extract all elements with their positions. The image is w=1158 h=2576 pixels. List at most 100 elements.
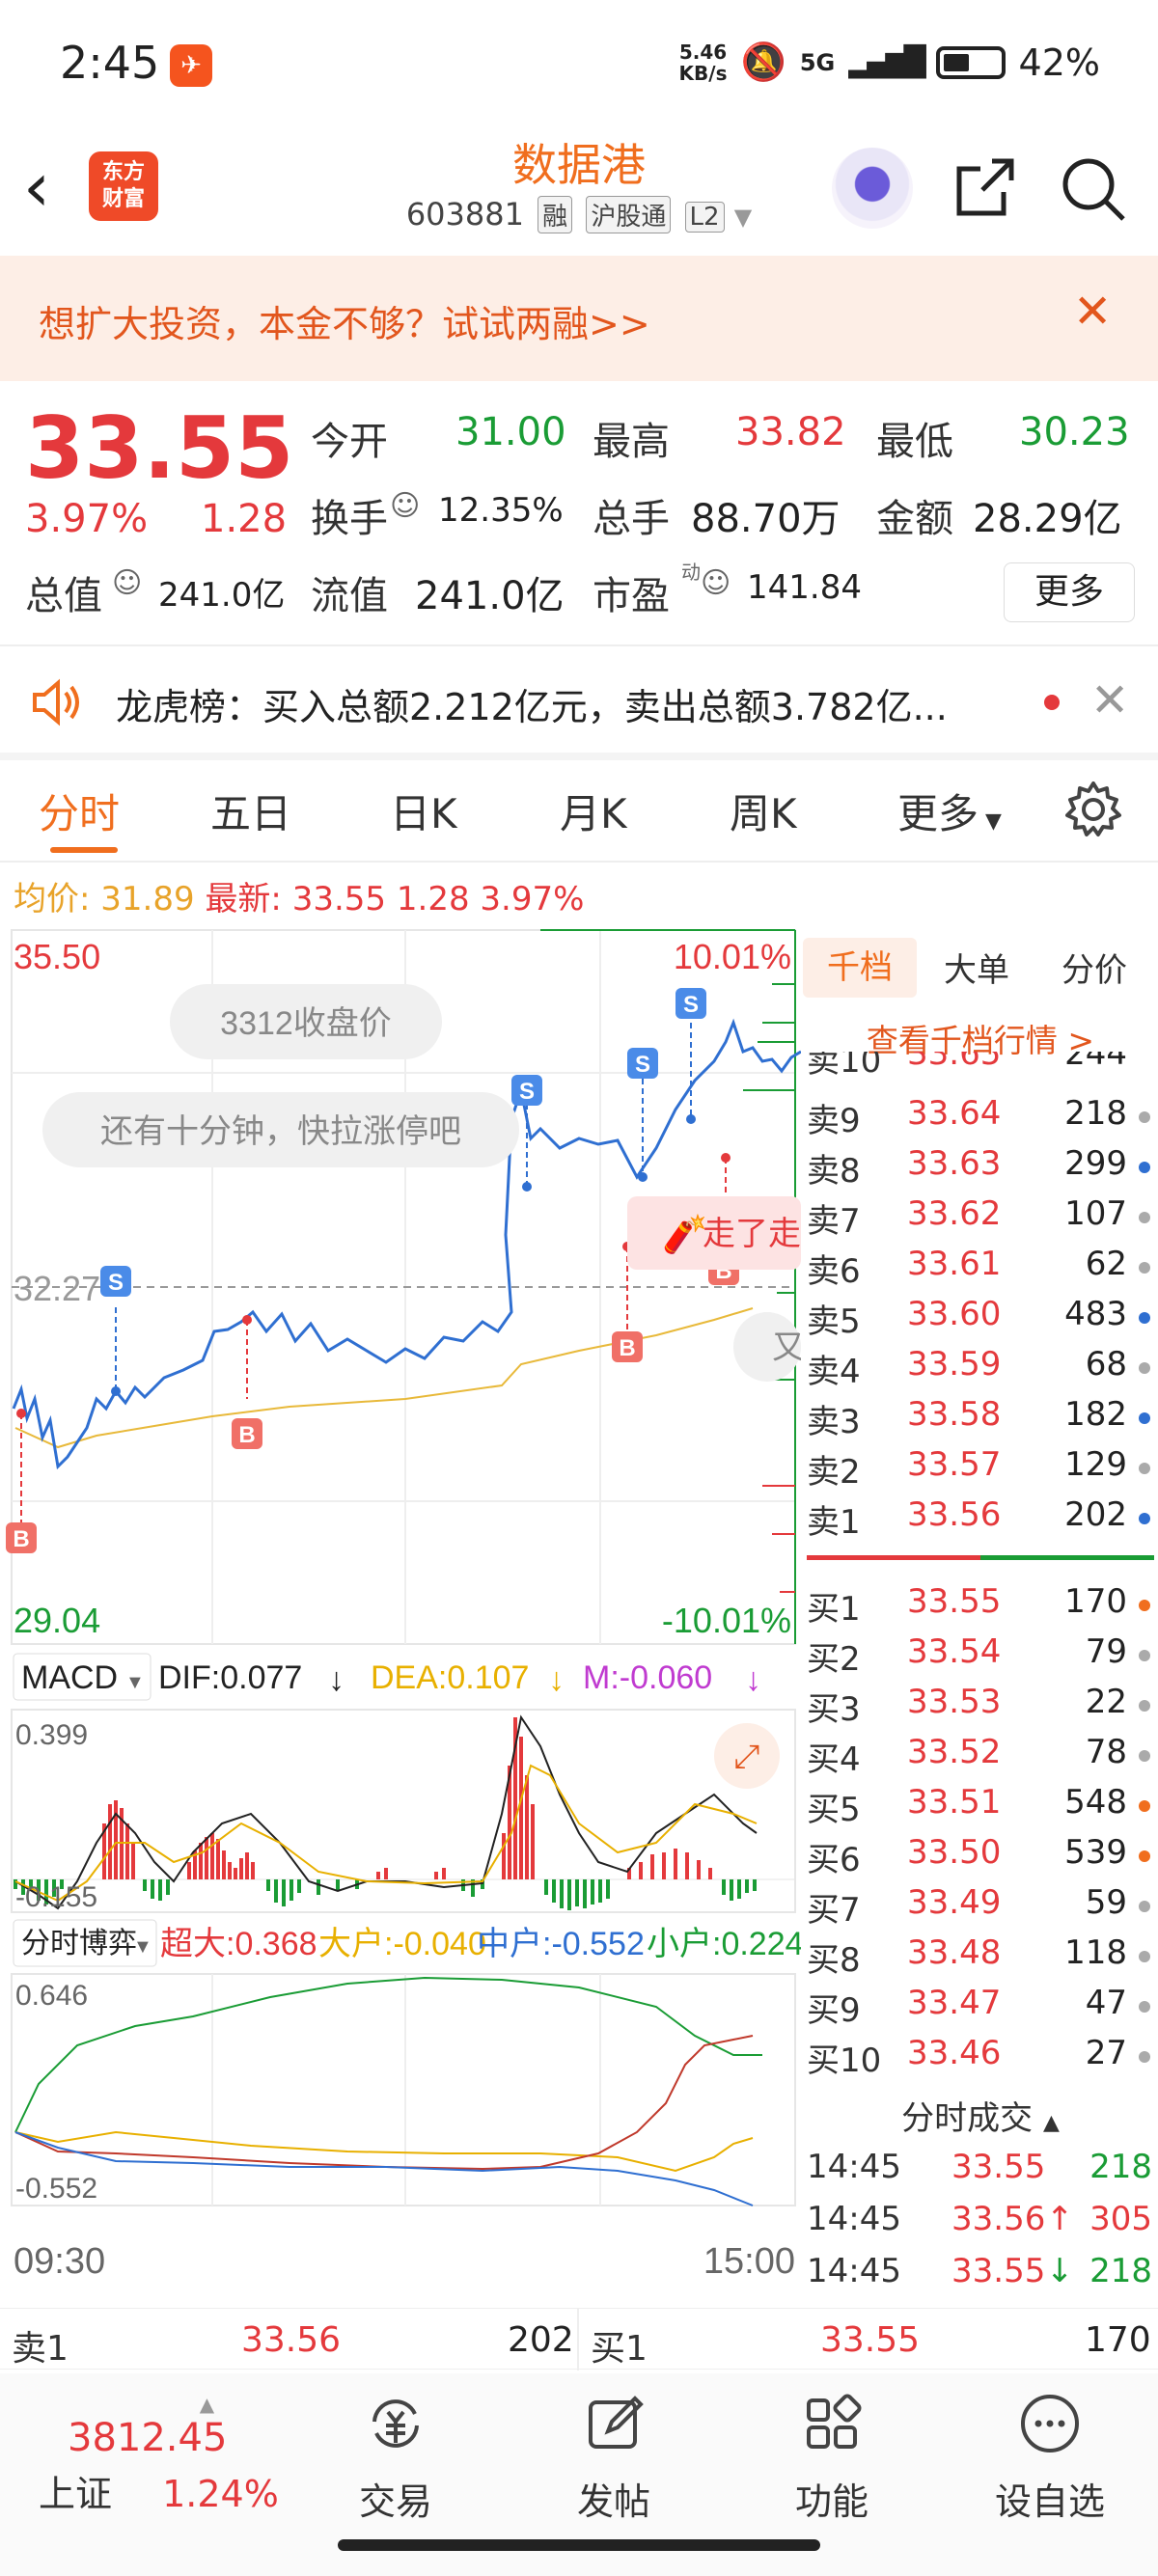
- order-book: 千档 大单 分价 查看千档行情 > 卖10 33.65 244 卖9 33.64 2…: [803, 926, 1158, 2306]
- bid-row[interactable]: 买4 33.52 78: [803, 1733, 1158, 1783]
- trade-row: 14:45 33.56 ↑ 305: [803, 2200, 1158, 2250]
- bid-price: 33.54: [907, 1632, 1002, 1671]
- side-bubble[interactable]: 又: [772, 1329, 801, 1366]
- bid-level: 买6: [807, 1841, 861, 1879]
- nav-features-label: 功能: [794, 2480, 868, 2523]
- bid-price: 33.49: [907, 1883, 1002, 1922]
- ask-row[interactable]: 卖5 33.60 483: [803, 1295, 1158, 1345]
- walk-tag[interactable]: 走了走: [703, 1216, 801, 1252]
- tab-weekly-k[interactable]: 周K: [730, 781, 797, 840]
- turnover-label: 换手: [311, 497, 388, 541]
- tab-monthly-k[interactable]: 月K: [560, 781, 627, 840]
- order-dot-icon: [1139, 1463, 1150, 1474]
- expand-icon[interactable]: ⤢: [733, 1738, 759, 1776]
- ask-row[interactable]: 卖7 33.62 107: [803, 1194, 1158, 1245]
- bid-price: 33.51: [907, 1783, 1002, 1822]
- bid-row[interactable]: 买5 33.51 548: [803, 1783, 1158, 1833]
- ask-volume: 107: [1064, 1194, 1127, 1233]
- dropdown-icon[interactable]: ▼: [734, 204, 752, 231]
- bubble-close-price[interactable]: 3312收盘价: [220, 1005, 392, 1042]
- nav-watchlist[interactable]: 设自选: [982, 2393, 1117, 2525]
- news-ticker[interactable]: 龙虎榜：买入总额2.212亿元，卖出总额3.782亿... ✕: [0, 648, 1158, 754]
- ask-volume: 299: [1064, 1144, 1127, 1183]
- speaker-icon: [33, 678, 79, 726]
- ask-row[interactable]: 卖1 33.56 202: [803, 1495, 1158, 1546]
- home-indicator: [338, 2539, 820, 2551]
- order-dot-icon: [1139, 1951, 1150, 1962]
- more-button[interactable]: 更多: [1004, 562, 1135, 622]
- intraday-chart[interactable]: B S B S S B S B 35.50 10.01% 32.27 29.04…: [0, 926, 801, 2306]
- tab-level-book[interactable]: 千档: [803, 938, 917, 998]
- info-icon[interactable]: ☺: [701, 566, 731, 600]
- bid-row[interactable]: 买1 33.55 170: [803, 1582, 1158, 1632]
- ask-row[interactable]: 卖3 33.58 182: [803, 1395, 1158, 1445]
- tab-big-orders[interactable]: 大单: [944, 944, 1009, 991]
- app-notification-icon: ✈: [170, 44, 212, 87]
- trade-price: 33.55: [951, 2148, 1046, 2186]
- index-ticker[interactable]: ▲ 3812.45 上证 1.24%: [39, 2393, 279, 2517]
- pe-label: 市盈: [593, 574, 670, 618]
- tab-intraday[interactable]: 分时: [39, 781, 120, 840]
- macd-selector[interactable]: MACD: [21, 1659, 118, 1696]
- bid-row[interactable]: 买6 33.50 539: [803, 1833, 1158, 1883]
- trade-arrow-icon: ↓: [1046, 2252, 1074, 2290]
- ask-row[interactable]: 卖8 33.63 299: [803, 1144, 1158, 1194]
- search-icon[interactable]: [1060, 155, 1127, 223]
- trade-arrow-icon: ↑: [1046, 2200, 1074, 2238]
- ask-row[interactable]: 卖4 33.59 68: [803, 1345, 1158, 1395]
- bubble-comment[interactable]: 还有十分钟，快拉涨停吧: [100, 1113, 461, 1150]
- amount-label: 金额: [876, 497, 953, 541]
- bid-row[interactable]: 买8 33.48 118: [803, 1933, 1158, 1984]
- order-dot-icon: [1139, 1650, 1150, 1661]
- index-value: 3812.45: [68, 2416, 228, 2460]
- flow-bottom-label: -0.552: [15, 2173, 97, 2205]
- bid-row[interactable]: 买2 33.54 79: [803, 1632, 1158, 1683]
- tab-more[interactable]: 更多 ▼: [897, 781, 1002, 840]
- strip-buy-price: 33.55: [820, 2320, 921, 2360]
- info-icon[interactable]: ☺: [112, 566, 142, 600]
- macd-m: M:-0.060: [583, 1659, 712, 1696]
- info-icon[interactable]: ☺: [390, 489, 420, 523]
- nav-post[interactable]: 发帖: [546, 2393, 681, 2525]
- trades-header[interactable]: 分时成交 ▲: [803, 2092, 1158, 2139]
- last-change: 1.28: [396, 880, 470, 918]
- flow-selector[interactable]: 分时博弈: [21, 1928, 137, 1959]
- best-quote-strip: 卖1 33.56 202 买1 33.55 170: [0, 2308, 1158, 2370]
- ask-row[interactable]: 卖2 33.57 129: [803, 1445, 1158, 1495]
- bid-row[interactable]: 买9 33.47 47: [803, 1984, 1158, 2034]
- ask-row[interactable]: 卖6 33.61 62: [803, 1245, 1158, 1295]
- ask-volume: 202: [1064, 1495, 1127, 1534]
- bid-volume: 27: [1085, 2034, 1127, 2072]
- axis-top-pct: 10.01%: [674, 937, 791, 976]
- close-icon[interactable]: ✕: [1090, 673, 1129, 727]
- axis-bottom-price: 29.04: [14, 1601, 100, 1640]
- bid-volume: 22: [1085, 1683, 1127, 1721]
- nav-trade[interactable]: 交易: [328, 2393, 463, 2525]
- promo-banner[interactable]: 想扩大投资，本金不够？试试两融>> ✕: [0, 256, 1158, 381]
- medium-flow-line: [14, 2131, 754, 2206]
- close-icon[interactable]: ✕: [1073, 285, 1112, 339]
- ask-level: 卖8: [807, 1152, 861, 1191]
- bid-row[interactable]: 买7 33.49 59: [803, 1883, 1158, 1933]
- open-label: 今开: [311, 420, 388, 464]
- bid-row[interactable]: 买10 33.46 27: [803, 2034, 1158, 2084]
- status-bar: 2:45 ✈ 5.46 KB/s 🔕 5G ▂▄▆█ 42%: [0, 0, 1158, 130]
- promo-text[interactable]: 想扩大投资，本金不够？试试两融>>: [39, 294, 650, 347]
- high-label: 最高: [593, 420, 670, 464]
- share-icon[interactable]: [953, 155, 1017, 219]
- tab-daily-k[interactable]: 日K: [390, 781, 457, 840]
- news-text[interactable]: 龙虎榜：买入总额2.212亿元，卖出总额3.782亿...: [116, 677, 948, 730]
- bid-row[interactable]: 买3 33.53 22: [803, 1683, 1158, 1733]
- ask-row[interactable]: 卖9 33.64 218: [803, 1094, 1158, 1144]
- trade-volume: 305: [1089, 2200, 1152, 2238]
- order-dot-icon: [1139, 1750, 1150, 1762]
- order-dot-icon: [1139, 1362, 1150, 1374]
- assistant-robot-icon[interactable]: [832, 148, 913, 229]
- tab-five-day[interactable]: 五日: [210, 781, 291, 840]
- bottom-nav: ▲ 3812.45 上证 1.24% 交易 发帖 功能 设自选: [0, 2373, 1158, 2576]
- bid-volume: 78: [1085, 1733, 1127, 1771]
- order-dot-icon: [1139, 1412, 1150, 1424]
- nav-features[interactable]: 功能: [764, 2393, 899, 2525]
- tab-price-dist[interactable]: 分价: [1062, 944, 1127, 991]
- gear-icon[interactable]: [1063, 780, 1123, 839]
